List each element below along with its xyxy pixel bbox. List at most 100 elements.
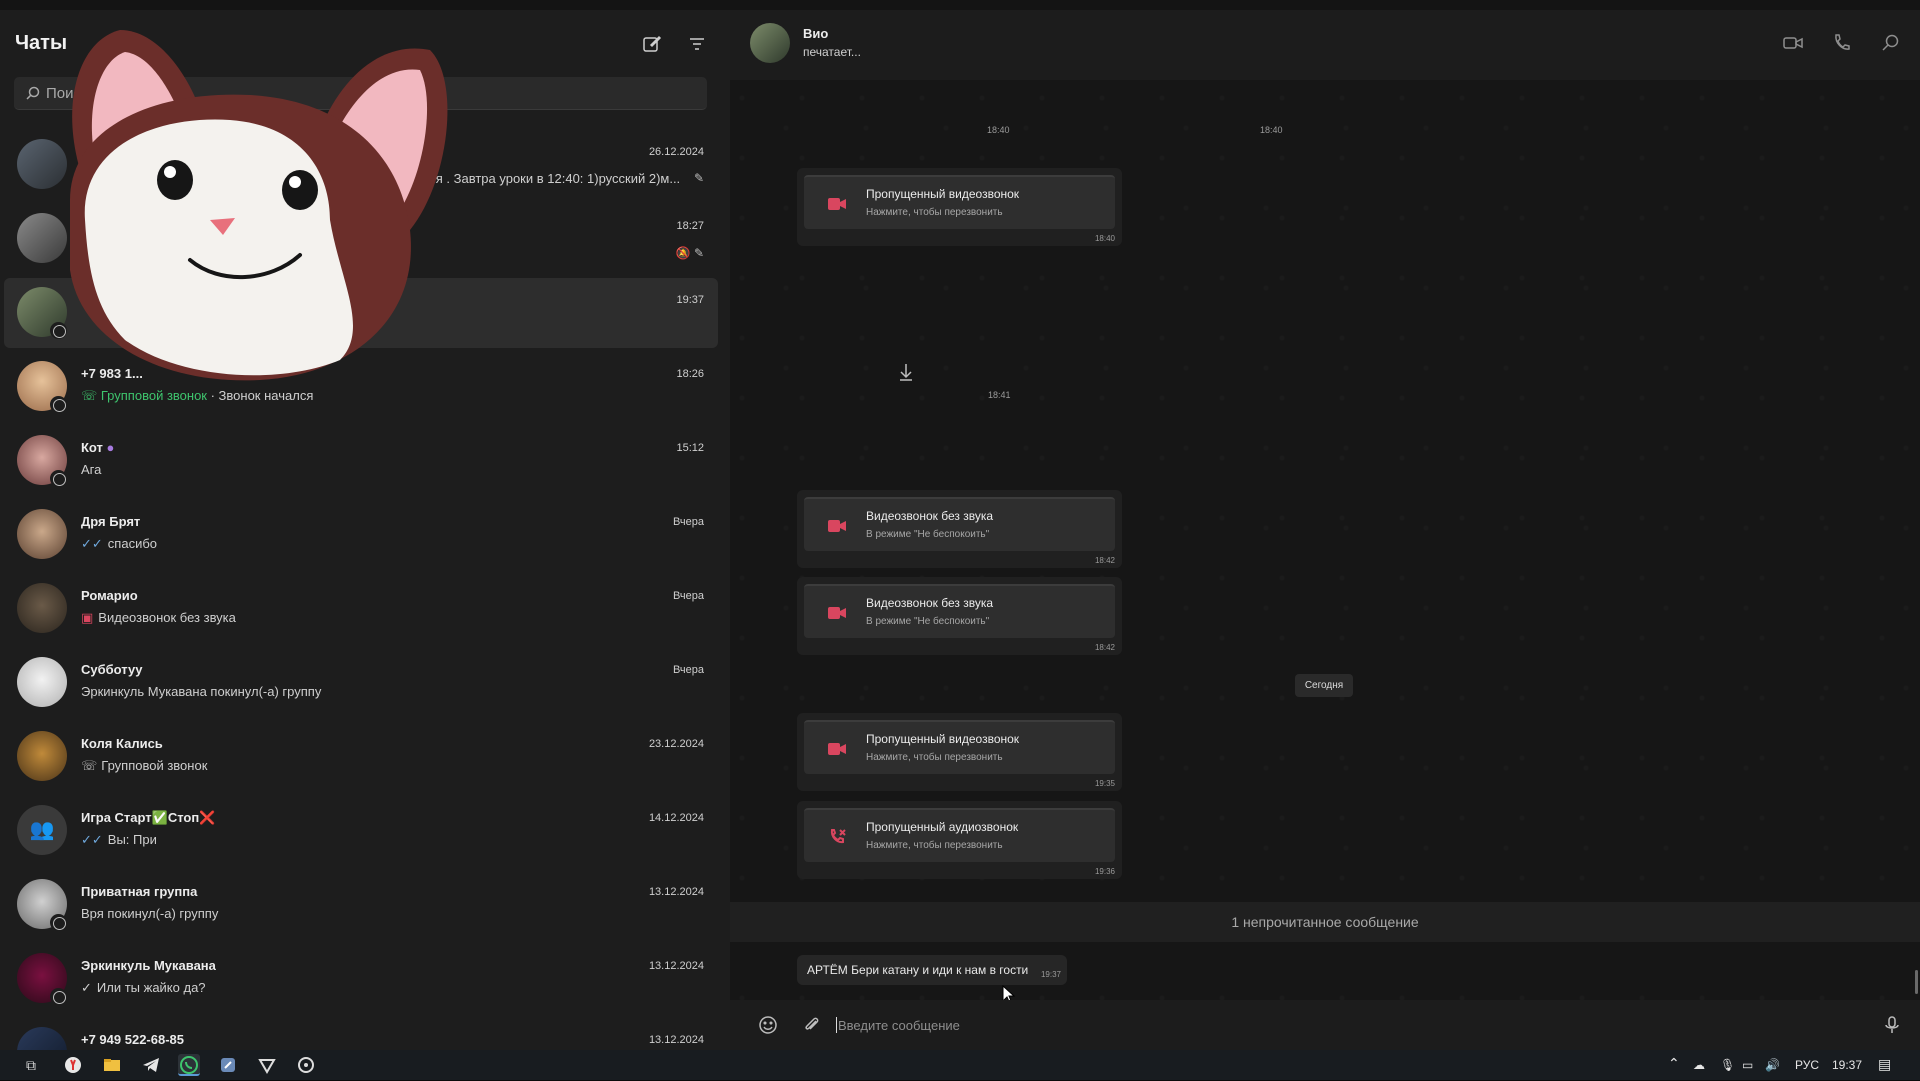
contact-avatar[interactable] [750, 23, 790, 63]
message-area[interactable]: 18:40 18:40 Пропущенный видеозвонок Нажм… [730, 80, 1920, 1005]
call-title: Видеозвонок без звука [866, 596, 994, 610]
missed-video-call-icon [828, 743, 846, 755]
double-check-icon: ✓✓ [81, 536, 103, 551]
arrow-down-icon[interactable] [898, 362, 914, 382]
call-subtitle: Нажмите, чтобы перезвонить [866, 840, 1003, 851]
app-icon[interactable] [295, 1054, 317, 1076]
pin-icon: ✎ [693, 171, 704, 185]
call-time: 18:42 [1094, 643, 1115, 652]
chat-item[interactable]: Эркинкуль Мукавана ✓ Или ты жайко да? 13.… [4, 944, 718, 1014]
onedrive-icon[interactable]: ☁ [1693, 1058, 1705, 1072]
avatar [17, 1027, 67, 1050]
group-call-icon: ☏ [81, 758, 98, 773]
call-card[interactable]: Пропущенный аудиозвонок Нажмите, чтобы п… [797, 801, 1122, 879]
message-text: АРТЁМ Бери катану и иди к нам в гости [807, 963, 1029, 977]
preview-text: Групповой звонок [101, 758, 208, 773]
purple-heart-icon: ● [102, 440, 115, 455]
chat-name: +7 949 522-68-85 [81, 1032, 185, 1047]
task-view-icon[interactable]: ⧉ [20, 1054, 42, 1076]
filter-icon[interactable] [687, 34, 707, 54]
tray-chevron-up-icon[interactable]: ⌃ [1668, 1055, 1680, 1072]
preview-text: Вы: При [107, 832, 157, 847]
call-card-body: Видеозвонок без звука В режиме "Не беспо… [804, 584, 1115, 638]
group-call-label: Групповой звонок [100, 388, 207, 403]
video-call-icon[interactable] [1782, 32, 1804, 54]
call-card-body: Пропущенный видеозвонок Нажмите, чтобы п… [804, 720, 1115, 774]
call-card[interactable]: Видеозвонок без звука В режиме "Не беспо… [797, 490, 1122, 568]
chat-time: 19:37 [676, 294, 704, 306]
chat-item[interactable]: Дря Брят ✓✓ спасибо Вчера [4, 500, 718, 570]
app-icon[interactable] [217, 1054, 239, 1076]
status-ring-icon [50, 470, 67, 487]
volume-icon[interactable]: 🔊 [1765, 1058, 1780, 1072]
chat-time: Вчера [672, 664, 704, 676]
group-avatar-icon: 👥 [17, 805, 67, 855]
chat-time: 23.12.2024 [648, 738, 704, 750]
cat-sticker-overlay [70, 30, 448, 381]
emoji-icon[interactable] [758, 1015, 778, 1035]
chat-name: Кот ● [81, 440, 114, 455]
chat-name: Ромарио [81, 588, 138, 603]
avatar [17, 731, 67, 781]
app-icon[interactable] [256, 1054, 278, 1076]
chat-item[interactable]: 👥 Игра Старт✅Стоп❌ ✓✓ Вы: При 14.12.2024 [4, 796, 718, 866]
avatar [17, 657, 67, 707]
avatar [17, 509, 67, 559]
new-chat-icon[interactable] [642, 34, 662, 54]
chat-item[interactable]: Коля Кались ☏ Групповой звонок 23.12.2024 [4, 722, 718, 792]
chat-preview: Эркинкуль Мукавана покинул(-а) группу [81, 684, 322, 699]
contact-name[interactable]: Вио [803, 26, 828, 41]
telegram-icon[interactable] [140, 1054, 162, 1076]
scrollbar-thumb[interactable] [1915, 970, 1918, 994]
incoming-message[interactable]: АРТЁМ Бери катану и иди к нам в гости 19… [797, 955, 1067, 985]
microphone-tray-icon[interactable]: 🎙 [1720, 1058, 1735, 1072]
chat-time: 13.12.2024 [648, 886, 704, 898]
network-icon[interactable]: ▭ [1742, 1058, 1753, 1072]
attach-icon[interactable] [802, 1015, 822, 1035]
chat-preview: ☏ Групповой звонок · Звонок начался [81, 388, 313, 404]
chat-name-text: Кот [81, 440, 103, 455]
chat-item[interactable]: Кот ● Ага 15:12 [4, 426, 718, 496]
call-title: Видеозвонок без звука [866, 509, 994, 523]
call-time: 18:40 [1094, 234, 1115, 243]
yandex-browser-icon[interactable] [62, 1054, 84, 1076]
whatsapp-icon[interactable] [178, 1054, 200, 1076]
status-ring-icon [50, 914, 67, 931]
search-icon[interactable] [1880, 32, 1902, 54]
call-subtitle: В режиме "Не беспокоить" [866, 529, 990, 540]
call-subtitle: Нажмите, чтобы перезвонить [866, 207, 1003, 218]
chat-item[interactable]: +7 949 522-68-85 13.12.2024 [4, 1018, 718, 1050]
chat-time: 15:12 [676, 442, 704, 454]
clock[interactable]: 19:37 [1832, 1058, 1862, 1072]
chat-name: Коля Кались [81, 736, 163, 751]
video-call-silent-icon [828, 520, 846, 532]
preview-text: Видеозвонок без звука [98, 610, 236, 625]
call-card[interactable]: Пропущенный видеозвонок Нажмите, чтобы п… [797, 713, 1122, 791]
chat-preview: ☏ Групповой звонок [81, 758, 207, 774]
microphone-icon[interactable] [1882, 1015, 1902, 1035]
call-time: 19:36 [1094, 867, 1115, 876]
call-title: Пропущенный видеозвонок [866, 187, 1020, 201]
call-card[interactable]: Пропущенный видеозвонок Нажмите, чтобы п… [797, 168, 1122, 246]
message-time: 19:37 [1040, 970, 1061, 979]
chat-preview: Ага [81, 462, 102, 477]
notifications-icon[interactable]: ▤ [1878, 1056, 1891, 1073]
call-card-body: Видеозвонок без звука В режиме "Не беспо… [804, 497, 1115, 551]
chat-preview: ✓ Или ты жайко да? [81, 980, 206, 996]
call-time: 18:42 [1094, 556, 1115, 565]
avatar [17, 583, 67, 633]
chat-item[interactable]: Субботуу Эркинкуль Мукавана покинул(-а) … [4, 648, 718, 718]
double-check-icon: ✓✓ [81, 832, 103, 847]
phone-call-icon[interactable] [1830, 32, 1852, 54]
chat-item[interactable]: Приватная группа Вря покинул(-а) группу … [4, 870, 718, 940]
chat-item[interactable]: Ромарио ▣ Видеозвонок без звука Вчера [4, 574, 718, 644]
call-card[interactable]: Видеозвонок без звука В режиме "Не беспо… [797, 577, 1122, 655]
call-title: Пропущенный видеозвонок [866, 732, 1020, 746]
whatsapp-window: Чаты Поиск дня . Завтра уроки в 12:40: 1… [0, 0, 1920, 1050]
file-explorer-icon[interactable] [101, 1054, 123, 1076]
message-input[interactable] [838, 1008, 1838, 1042]
text-caret [836, 1017, 837, 1033]
chat-time: Вчера [672, 590, 704, 602]
language-indicator[interactable]: РУС [1795, 1058, 1819, 1072]
chat-preview: Вря покинул(-а) группу [81, 906, 219, 921]
